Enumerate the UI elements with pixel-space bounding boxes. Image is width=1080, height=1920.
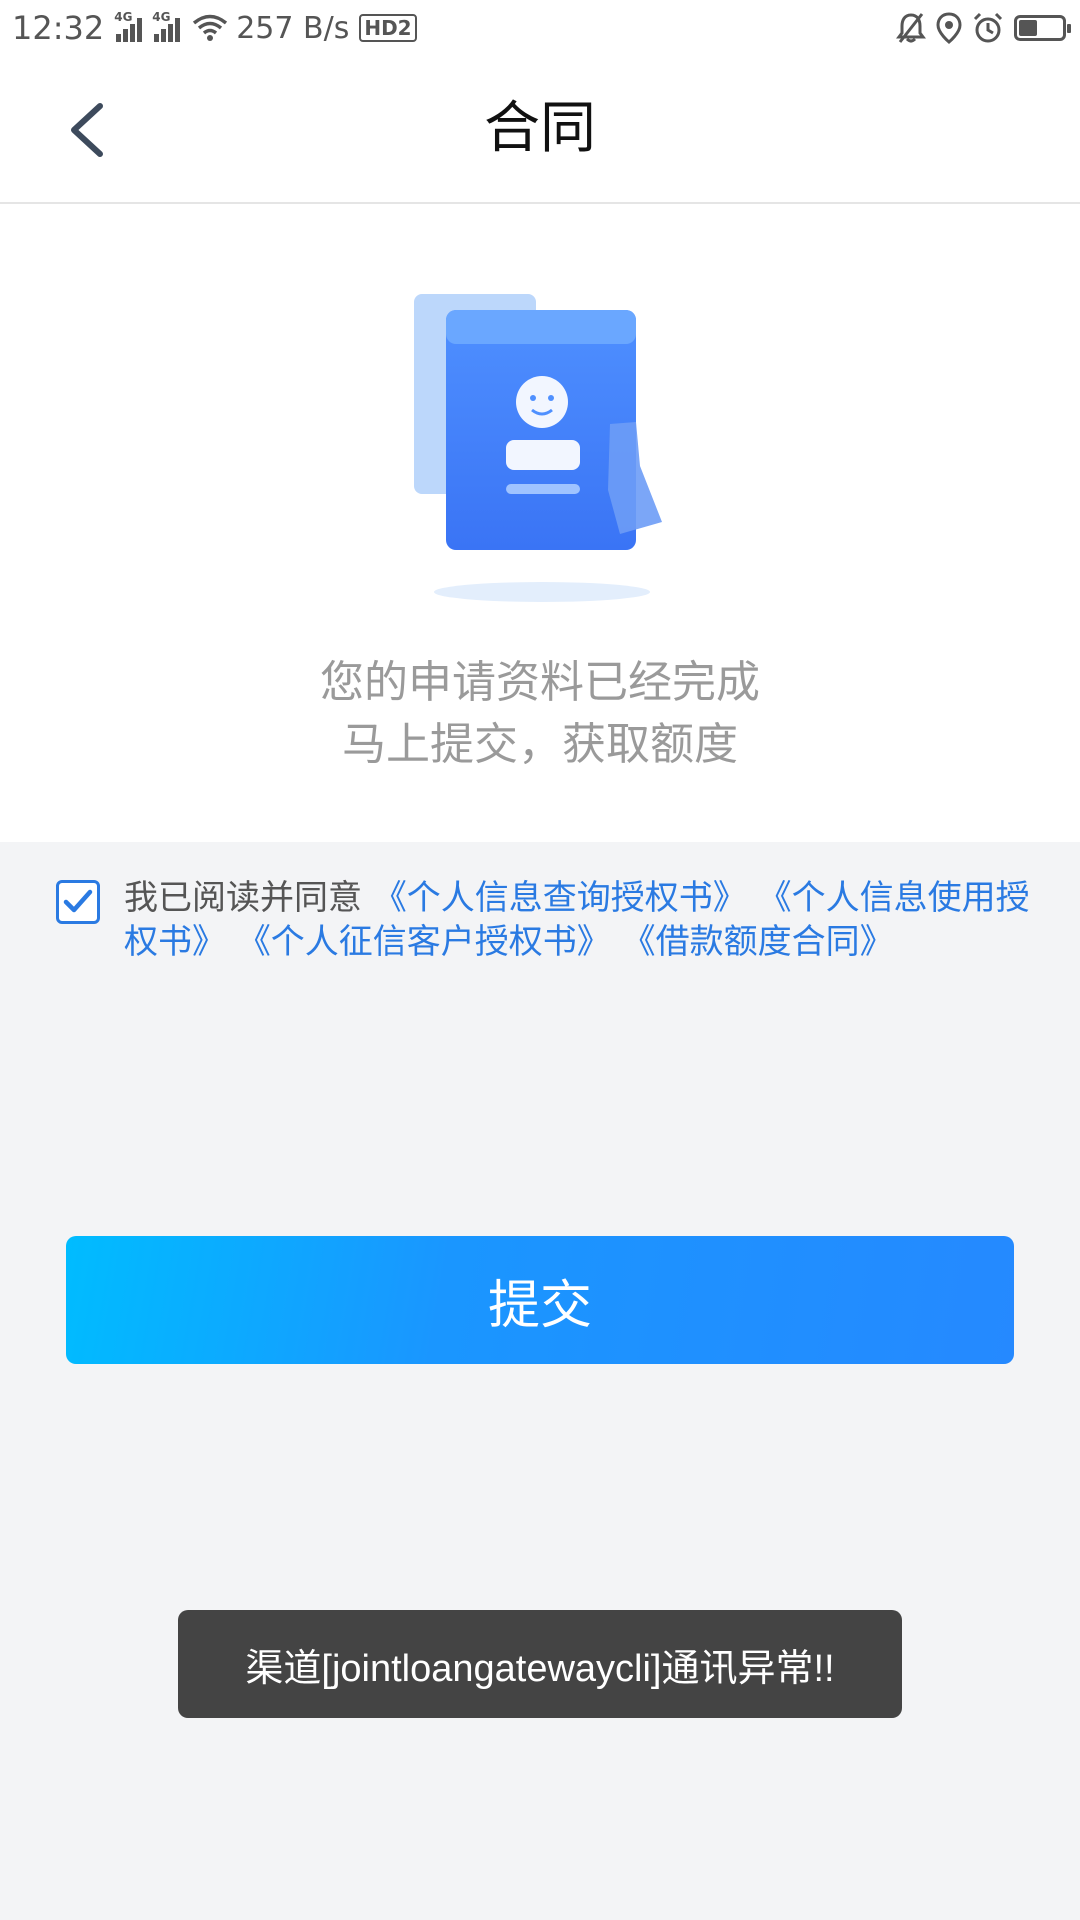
wifi-icon — [193, 14, 228, 41]
alarm-icon — [973, 12, 1003, 43]
signal-network-tag: 4G — [152, 10, 171, 24]
content-area: 您的申请资料已经完成 马上提交，获取额度 — [0, 204, 1080, 842]
signal-icon: 4G — [152, 10, 181, 42]
nav-bar: 合同 — [0, 56, 1080, 204]
agreement-checkbox[interactable] — [56, 880, 100, 924]
status-left: 12:32 4G 4G 257 B/s HD2 — [12, 6, 417, 50]
link-personal-credit-authorization[interactable]: 《个人征信客户授权书》 — [237, 922, 611, 962]
status-right — [896, 8, 1071, 48]
battery-level — [1019, 20, 1038, 36]
bell-off-icon — [896, 13, 926, 43]
page-title: 合同 — [484, 96, 596, 161]
message-line-2: 马上提交，获取额度 — [342, 719, 738, 770]
signal-icon: 4G — [114, 10, 143, 42]
agreement-text: 我已阅读并同意 《个人信息查询授权书》 《个人信息使用授权书》 《个人征信客户授… — [124, 876, 1036, 964]
location-icon — [936, 12, 962, 44]
hd-badge: HD2 — [359, 14, 417, 42]
battery-icon — [1014, 15, 1071, 41]
link-loan-limit-contract[interactable]: 《借款额度合同》 — [622, 922, 894, 962]
agreement-prefix: 我已阅读并同意 — [124, 878, 362, 918]
message-line-1: 您的申请资料已经完成 — [320, 657, 760, 708]
contract-profile-icon — [414, 294, 662, 602]
network-speed: 257 B/s — [236, 10, 350, 46]
status-bar: 12:32 4G 4G 257 B/s HD2 — [0, 0, 1080, 56]
submit-button[interactable]: 提交 — [66, 1236, 1014, 1364]
status-time: 12:32 — [12, 9, 105, 47]
completion-message: 您的申请资料已经完成 马上提交，获取额度 — [0, 652, 1080, 776]
signal-network-tag: 4G — [114, 10, 133, 24]
agreement-section: 我已阅读并同意 《个人信息查询授权书》 《个人信息使用授权书》 《个人征信客户授… — [56, 876, 1036, 964]
link-personal-info-query-authorization[interactable]: 《个人信息查询授权书》 — [373, 878, 747, 918]
error-toast: 渠道[jointloangatewaycli]通讯异常!! — [178, 1610, 902, 1718]
checkmark-icon — [63, 889, 93, 913]
